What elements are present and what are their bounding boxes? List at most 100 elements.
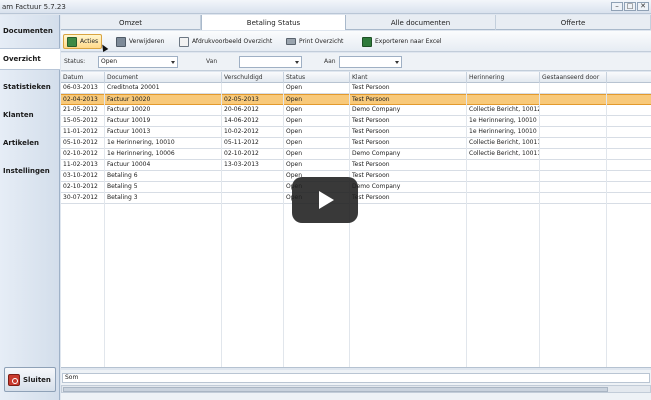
export-excel-button[interactable]: Exporteren naar Excel — [359, 34, 445, 49]
table-cell: Factuur 10013 — [105, 127, 222, 138]
video-play-icon[interactable] — [292, 177, 358, 223]
table-cell: 10-02-2012 — [222, 127, 284, 138]
table-cell: Demo Company — [350, 182, 467, 193]
tab-label: Betaling Status — [246, 18, 301, 27]
status-filter-label: Status: — [64, 58, 86, 65]
status-filter-value: Open — [101, 58, 118, 65]
chevron-down-icon — [171, 61, 175, 64]
table-cell — [540, 149, 607, 160]
van-date-field[interactable] — [239, 56, 302, 68]
table-cell: 1e Herinnering, 10010 — [467, 116, 540, 127]
table-cell — [540, 171, 607, 182]
scrollbar-thumb[interactable] — [63, 387, 608, 392]
table-row[interactable]: 11-01-2012 Factuur 10013 10-02-2012 Open Tes… — [61, 127, 651, 138]
toolbar: Acties Verwijderen Afdrukvoorbeeld Overz… — [61, 31, 651, 52]
sluiten-button[interactable]: Sluiten — [4, 367, 56, 392]
table-cell: Factuur 10004 — [105, 160, 222, 171]
column-header-klant[interactable]: Klant — [350, 72, 467, 83]
aan-label: Aan — [324, 58, 336, 65]
sidebar-item-label: Artikelen — [3, 139, 39, 147]
afdrukvoorbeeld-button[interactable]: Afdrukvoorbeeld Overzicht — [176, 34, 275, 49]
sidebar-item-documenten[interactable]: Documenten — [0, 20, 60, 42]
verwijderen-button[interactable]: Verwijderen — [113, 34, 167, 49]
table-cell — [467, 83, 540, 94]
table-cell: 1e Herinnering, 10006 — [105, 149, 222, 160]
van-label: Van — [206, 58, 218, 65]
sidebar-item-label: Overzicht — [3, 55, 41, 63]
minimize-button[interactable]: – — [611, 2, 623, 11]
table-cell: 13-03-2013 — [222, 160, 284, 171]
table-row[interactable]: 06-03-2013 Creditnota 20001 Open Test Perso… — [61, 83, 651, 94]
table-cell: Creditnota 20001 — [105, 83, 222, 94]
tab-betaling-status[interactable]: Betaling Status — [201, 15, 346, 30]
print-label: Print Overzicht — [299, 38, 344, 45]
sidebar-item-label: Instellingen — [3, 167, 50, 175]
table-row[interactable]: 02-04-2013 Factuur 10020 02-05-2013 Open Tes… — [61, 94, 651, 106]
table-cell — [467, 193, 540, 204]
sidebar-item-statistieken[interactable]: Statistieken — [0, 76, 60, 98]
table-cell — [222, 171, 284, 182]
sidebar: Documenten Overzicht Statistieken Klante… — [0, 15, 60, 400]
tab-omzet[interactable]: Omzet — [61, 15, 201, 30]
table-cell: Open — [284, 138, 350, 149]
footer: Som — [61, 370, 651, 400]
acties-label: Acties — [80, 38, 99, 45]
table-cell: Open — [284, 116, 350, 127]
aan-date-field[interactable] — [339, 56, 402, 68]
table-cell: Open — [284, 127, 350, 138]
table-cell — [222, 193, 284, 204]
sidebar-item-klanten[interactable]: Klanten — [0, 104, 60, 126]
column-header-datum[interactable]: Datum — [61, 72, 105, 83]
filter-bar: Status: Open Van Aan — [61, 53, 651, 71]
sum-label: Som — [65, 374, 79, 381]
chevron-down-icon — [295, 61, 299, 64]
horizontal-scrollbar[interactable] — [61, 385, 651, 393]
table-cell: 03-10-2012 — [61, 171, 105, 182]
window-controls: – □ ✕ — [611, 2, 649, 11]
column-header-status[interactable]: Status — [284, 72, 350, 83]
table-cell: 21-05-2012 — [61, 105, 105, 116]
column-header-document[interactable]: Document — [105, 72, 222, 83]
tab-offerte[interactable]: Offerte — [496, 15, 651, 30]
column-header-herinnering[interactable]: Herinnering — [467, 72, 540, 83]
column-header-gestaanseerd[interactable]: Gestaanseerd door — [540, 72, 607, 83]
table-cell: 20-06-2012 — [222, 105, 284, 116]
column-divider — [349, 83, 350, 367]
table-cell — [540, 105, 607, 116]
table-cell: Open — [284, 83, 350, 94]
table-cell: Demo Company — [350, 105, 467, 116]
table-row[interactable]: 05-10-2012 1e Herinnering, 10010 05-11-201… — [61, 138, 651, 149]
title-bar: am Factuur 5.7.23 – □ ✕ — [0, 0, 651, 14]
tab-alle-documenten[interactable]: Alle documenten — [346, 15, 496, 30]
table-row[interactable]: 11-02-2013 Factuur 10004 13-03-2013 Open Tes… — [61, 160, 651, 171]
table-cell — [540, 127, 607, 138]
table-cell: Test Persoon — [350, 193, 467, 204]
sidebar-item-artikelen[interactable]: Artikelen — [0, 132, 60, 154]
close-button[interactable]: ✕ — [637, 2, 649, 11]
acties-button[interactable]: Acties — [63, 34, 103, 49]
column-divider — [221, 83, 222, 367]
table-cell: Test Persoon — [350, 127, 467, 138]
table-cell: Test Persoon — [350, 83, 467, 94]
table-cell: Open — [284, 105, 350, 116]
column-divider — [104, 83, 105, 367]
sidebar-item-instellingen[interactable]: Instellingen — [0, 160, 60, 182]
table-row[interactable]: 15-05-2012 Factuur 10019 14-06-2012 Open Tes… — [61, 116, 651, 127]
tab-bar: Omzet Betaling Status Alle documenten Of… — [61, 15, 651, 30]
table-cell: Open — [284, 160, 350, 171]
sidebar-item-overzicht[interactable]: Overzicht — [0, 48, 60, 70]
table-cell — [540, 160, 607, 171]
column-header-verschuldigd[interactable]: Verschuldigd — [222, 72, 284, 83]
table-cell: Collectie Bericht, 10012 — [467, 105, 540, 116]
window-title: am Factuur 5.7.23 — [2, 3, 66, 11]
maximize-button[interactable]: □ — [624, 2, 636, 11]
status-filter-select[interactable]: Open — [98, 56, 178, 68]
afdrukvoorbeeld-label: Afdrukvoorbeeld Overzicht — [192, 38, 273, 45]
table-cell — [222, 182, 284, 193]
table-cell: Test Persoon — [350, 160, 467, 171]
table-cell: 1e Herinnering, 10010 — [467, 127, 540, 138]
print-overzicht-button[interactable]: Print Overzicht — [283, 34, 346, 49]
table-row[interactable]: 21-05-2012 Factuur 10020 20-06-2012 Open Dem… — [61, 105, 651, 116]
table-row[interactable]: 02-10-2012 1e Herinnering, 10006 02-10-201… — [61, 149, 651, 160]
table-cell: 1e Herinnering, 10010 — [105, 138, 222, 149]
